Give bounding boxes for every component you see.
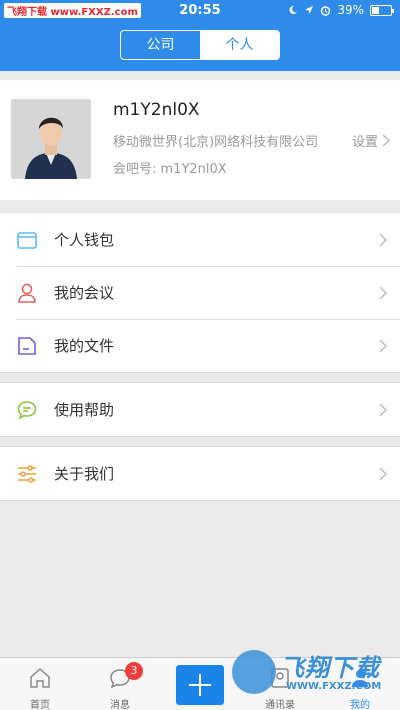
chevron-right-icon xyxy=(379,339,388,353)
tab-personal[interactable]: 个人 xyxy=(200,31,279,59)
tab-messages[interactable]: 3 消息 xyxy=(80,658,160,710)
battery-percent: 39% xyxy=(337,3,364,17)
alarm-icon xyxy=(321,5,331,16)
avatar[interactable] xyxy=(11,99,91,179)
person-meeting-icon xyxy=(18,283,36,303)
watermark-title: 飞翔下载 xyxy=(280,654,380,682)
battery-icon xyxy=(370,4,394,16)
settings-label: 设置 xyxy=(351,135,378,150)
settings-button[interactable]: 设置 xyxy=(352,131,390,150)
chevron-right-icon xyxy=(379,467,388,481)
profile-id: 会吧号: m1Y2nl0X xyxy=(113,162,227,177)
watermark-url: WWW.FXXZ.COM xyxy=(286,681,382,692)
chevron-right-icon xyxy=(379,403,388,417)
chevron-right-icon xyxy=(379,286,388,300)
unread-badge: 3 xyxy=(125,662,143,680)
menu-item-wallet[interactable]: 个人钱包 xyxy=(0,213,400,266)
app-header: 飞翔下载 www.FXXZ.com 20:55 39% 公司 个人 xyxy=(0,0,400,71)
chat-help-icon xyxy=(17,401,37,420)
menu-label: 使用帮助 xyxy=(54,401,115,419)
tab-label: 消息 xyxy=(110,700,130,710)
chevron-right-icon xyxy=(379,233,388,247)
menu-group-main: 个人钱包 我的会议 我的文件 xyxy=(0,212,400,373)
add-button[interactable] xyxy=(176,665,224,705)
segmented-control: 公司 个人 xyxy=(120,30,280,60)
watermark-circle-icon xyxy=(232,650,276,694)
menu-label: 我的会议 xyxy=(54,284,115,302)
sliders-icon xyxy=(18,465,36,483)
menu-group-about: 关于我们 xyxy=(0,446,400,501)
tab-company[interactable]: 公司 xyxy=(121,31,200,59)
wallet-icon xyxy=(17,232,37,249)
profile-company: 移动微世界(北京)网络科技有限公司 xyxy=(113,135,319,150)
moon-icon xyxy=(289,5,298,14)
menu-item-files[interactable]: 我的文件 xyxy=(0,319,400,372)
menu-label: 关于我们 xyxy=(54,465,115,483)
menu-group-help: 使用帮助 xyxy=(0,382,400,437)
menu-item-help[interactable]: 使用帮助 xyxy=(0,383,400,436)
status-right: 39% xyxy=(288,3,394,17)
watermark-logo: 飞翔下载 WWW.FXXZ.COM xyxy=(232,648,392,700)
profile-name: m1Y2nl0X xyxy=(113,100,200,120)
location-arrow-icon xyxy=(305,6,314,14)
folder-icon xyxy=(18,337,36,355)
chevron-right-icon xyxy=(382,134,390,147)
menu-label: 个人钱包 xyxy=(54,231,115,249)
menu-item-meetings[interactable]: 我的会议 xyxy=(0,266,400,319)
status-bar: 飞翔下载 www.FXXZ.com 20:55 39% xyxy=(0,0,400,22)
tab-home[interactable]: 首页 xyxy=(0,658,80,710)
home-icon xyxy=(30,667,50,688)
tab-label: 首页 xyxy=(30,700,50,710)
profile-card[interactable]: m1Y2nl0X 移动微世界(北京)网络科技有限公司 会吧号: m1Y2nl0X… xyxy=(0,80,400,200)
menu-item-about[interactable]: 关于我们 xyxy=(0,447,400,500)
menu-label: 我的文件 xyxy=(54,337,115,355)
